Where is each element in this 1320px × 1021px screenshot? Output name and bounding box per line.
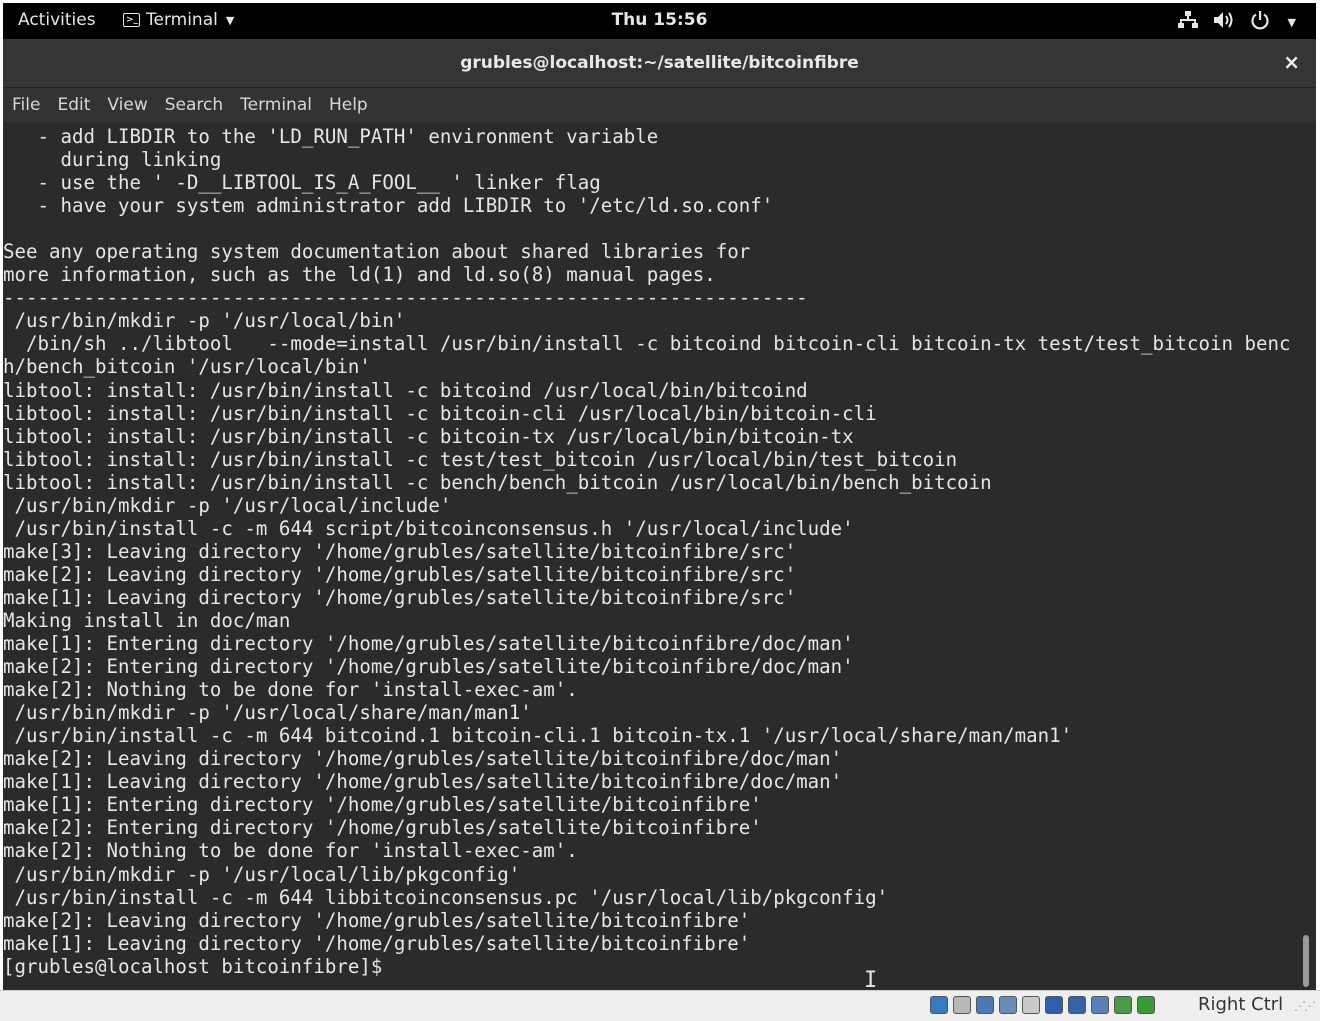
terminal-line: make[1]: Entering directory '/home/grubl… — [3, 793, 762, 817]
menu-terminal[interactable]: Terminal — [240, 95, 312, 115]
chevron-down-icon: ▼ — [1287, 16, 1296, 29]
terminal-line: make[1]: Leaving directory '/home/gruble… — [3, 770, 843, 794]
network-icon[interactable] — [999, 996, 1017, 1014]
audio-icon[interactable] — [976, 996, 994, 1014]
text-cursor-icon: I — [864, 968, 878, 990]
system-menu[interactable]: ▼ — [1177, 10, 1296, 35]
activities-button[interactable]: Activities — [18, 10, 96, 30]
terminal-line: [grubles@localhost bitcoinfibre]$ — [3, 954, 394, 978]
terminal-line: make[2]: Entering directory '/home/grubl… — [3, 816, 762, 840]
terminal-line: /usr/bin/install -c -m 644 script/bitcoi… — [3, 516, 854, 540]
terminal-line: make[2]: Nothing to be done for 'install… — [3, 839, 578, 863]
terminal-line: /usr/bin/mkdir -p '/usr/local/include' — [3, 493, 452, 517]
terminal-line: libtool: install: /usr/bin/install -c te… — [3, 447, 958, 471]
clock[interactable]: Thu 15:56 — [612, 10, 708, 30]
terminal-output[interactable]: - add LIBDIR to the 'LD_RUN_PATH' enviro… — [3, 122, 1303, 990]
display-icon[interactable] — [1068, 996, 1086, 1014]
terminal-line: libtool: install: /usr/bin/install -c bi… — [3, 378, 808, 402]
gnome-top-bar: Activities >_ Terminal ▼ Thu 15:56 ▼ — [3, 3, 1316, 39]
menu-search[interactable]: Search — [165, 95, 223, 115]
terminal-line: /usr/bin/mkdir -p '/usr/local/bin' — [3, 309, 406, 333]
window-title-bar[interactable]: grubles@localhost:~/satellite/bitcoinfib… — [3, 39, 1316, 88]
menu-edit[interactable]: Edit — [57, 95, 90, 115]
terminal-scrollbar[interactable] — [1303, 935, 1309, 987]
terminal-line: more information, such as the ld(1) and … — [3, 263, 716, 287]
terminal-line: /usr/bin/mkdir -p '/usr/local/share/man/… — [3, 701, 532, 725]
video-capture-icon[interactable] — [1091, 996, 1109, 1014]
terminal-line: make[3]: Leaving directory '/home/gruble… — [3, 539, 797, 563]
terminal-line: make[2]: Leaving directory '/home/gruble… — [3, 747, 843, 771]
terminal-line: make[1]: Entering directory '/home/grubl… — [3, 632, 854, 656]
chevron-down-icon: ▼ — [225, 13, 235, 27]
shared-folders-icon[interactable] — [1045, 996, 1063, 1014]
terminal-line: libtool: install: /usr/bin/install -c bi… — [3, 424, 854, 448]
terminal-line: make[1]: Leaving directory '/home/gruble… — [3, 585, 797, 609]
terminal-line: /usr/bin/install -c -m 644 bitcoind.1 bi… — [3, 724, 1073, 748]
terminal-line: ----------------------------------------… — [3, 286, 808, 310]
terminal-line: h/bench_bitcoin '/usr/local/bin' — [3, 355, 371, 379]
menu-file[interactable]: File — [12, 95, 40, 115]
volume-icon — [1213, 11, 1234, 34]
menu-view[interactable]: View — [107, 95, 147, 115]
cpu-icon[interactable] — [1114, 996, 1132, 1014]
vm-screen: Activities >_ Terminal ▼ Thu 15:56 ▼ gru… — [3, 3, 1316, 990]
menu-help[interactable]: Help — [329, 95, 368, 115]
hard-disk-icon[interactable] — [930, 996, 948, 1014]
app-menu-label: Terminal — [146, 10, 218, 30]
optical-drive-icon[interactable] — [953, 996, 971, 1014]
resize-grip-icon[interactable]: ⋰⋰ — [1294, 999, 1316, 1013]
power-icon — [1250, 10, 1270, 35]
terminal-line: during linking — [3, 148, 222, 172]
terminal-line: /usr/bin/mkdir -p '/usr/local/lib/pkgcon… — [3, 862, 521, 886]
menu-bar: File Edit View Search Terminal Help — [3, 88, 1316, 122]
usb-icon[interactable] — [1022, 996, 1040, 1014]
terminal-line: /bin/sh ../libtool --mode=install /usr/b… — [3, 332, 1291, 356]
terminal-line: make[2]: Leaving directory '/home/gruble… — [3, 908, 751, 932]
terminal-line: make[1]: Leaving directory '/home/gruble… — [3, 931, 751, 955]
window-title: grubles@localhost:~/satellite/bitcoinfib… — [460, 53, 859, 73]
terminal-line: - use the ' -D__LIBTOOL_IS_A_FOOL__ ' li… — [3, 171, 601, 195]
terminal-line: make[2]: Entering directory '/home/grubl… — [3, 655, 854, 679]
terminal-line: libtool: install: /usr/bin/install -c be… — [3, 470, 992, 494]
mouse-integration-icon[interactable] — [1137, 996, 1155, 1014]
terminal-icon: >_ — [123, 13, 140, 27]
terminal-line: make[2]: Leaving directory '/home/gruble… — [3, 562, 797, 586]
network-icon — [1177, 11, 1198, 34]
terminal-line: See any operating system documentation a… — [3, 240, 751, 264]
app-menu-button[interactable]: >_ Terminal ▼ — [123, 10, 234, 30]
vm-status-bar: Right Ctrl ⋰⋰ — [0, 990, 1320, 1021]
terminal-line: make[2]: Nothing to be done for 'install… — [3, 678, 578, 702]
terminal-line: Making install in doc/man — [3, 608, 291, 632]
close-button[interactable]: × — [1283, 50, 1300, 74]
vm-device-icons — [930, 996, 1155, 1014]
terminal-line: - add LIBDIR to the 'LD_RUN_PATH' enviro… — [3, 125, 659, 148]
terminal-line: /usr/bin/install -c -m 644 libbitcoincon… — [3, 885, 889, 909]
terminal-line: - have your system administrator add LIB… — [3, 194, 774, 218]
terminal-line: libtool: install: /usr/bin/install -c bi… — [3, 401, 877, 425]
host-key-label: Right Ctrl — [1198, 994, 1284, 1015]
